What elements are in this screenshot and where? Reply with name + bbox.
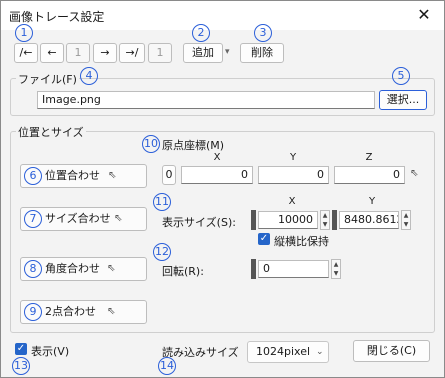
spin-down-icon[interactable]: ▼ xyxy=(402,220,410,229)
cursor-icon: ⇖ xyxy=(107,306,116,317)
select-file-button[interactable]: 選択... xyxy=(379,90,427,110)
callout-3: 3 xyxy=(254,24,272,42)
next-button[interactable]: → xyxy=(93,43,117,63)
origin-col-x: X xyxy=(213,152,221,163)
rotation-field[interactable]: 0 xyxy=(258,260,329,278)
callout-11: 11 xyxy=(153,193,171,211)
callout-7: 7 xyxy=(24,210,42,228)
file-path-field[interactable]: Image.png xyxy=(37,91,375,109)
callout-14: 14 xyxy=(158,357,176,375)
load-size-label: 読み込みサイズ xyxy=(162,346,239,359)
spin-up-icon[interactable]: ▲ xyxy=(332,260,340,269)
spin-up-icon[interactable]: ▲ xyxy=(321,211,329,220)
size-col-x: X xyxy=(288,196,296,207)
callout-12: 12 xyxy=(153,243,171,261)
callout-1: 1 xyxy=(15,24,33,42)
align-angle-label: 角度合わせ xyxy=(45,262,100,275)
last-button[interactable]: →/ xyxy=(119,43,145,63)
cursor-icon: ⇖ xyxy=(114,213,123,224)
rotation-slider-handle[interactable] xyxy=(251,259,256,279)
add-button[interactable]: 追加 xyxy=(183,43,223,63)
keep-aspect-label: 縦横比保持 xyxy=(274,235,329,248)
size-slider-handle[interactable] xyxy=(251,210,256,230)
origin-x-field[interactable]: 0 xyxy=(181,166,253,184)
spin-down-icon[interactable]: ▼ xyxy=(321,220,329,229)
callout-13: 13 xyxy=(12,357,30,375)
show-label: 表示(V) xyxy=(31,345,70,358)
callout-6: 6 xyxy=(24,167,42,185)
add-dropdown-icon[interactable]: ▾ xyxy=(225,47,230,57)
size-x-spinner[interactable]: ▲ ▼ xyxy=(320,210,330,230)
prev-button[interactable]: ← xyxy=(40,43,64,63)
rotation-label: 回転(R): xyxy=(162,265,204,278)
callout-2: 2 xyxy=(192,24,210,42)
size-col-y: Y xyxy=(368,196,376,207)
align-size-label: サイズ合わせ xyxy=(45,212,111,225)
origin-y-field[interactable]: 0 xyxy=(258,166,329,184)
keep-aspect-checkbox[interactable]: ✓ xyxy=(258,233,270,245)
cursor-icon: ⇖ xyxy=(108,170,117,181)
origin-label: 原点座標(M) xyxy=(162,139,225,152)
load-size-value: 1024pixel xyxy=(256,345,311,358)
chevron-down-icon: ⌄ xyxy=(316,347,324,357)
index-field[interactable]: 1 xyxy=(66,43,90,63)
size-x-field[interactable]: 10000 xyxy=(258,211,318,229)
show-checkbox[interactable]: ✓ xyxy=(15,343,27,355)
pick-cursor-icon[interactable]: ⇖ xyxy=(410,168,418,179)
size-y-field[interactable]: 8480.86124 xyxy=(339,211,399,229)
position-size-group-label: 位置とサイズ xyxy=(16,124,86,140)
spin-up-icon[interactable]: ▲ xyxy=(402,211,410,220)
align-position-label: 位置合わせ xyxy=(45,169,100,182)
callout-10: 10 xyxy=(142,135,160,153)
origin-z-field[interactable]: 0 xyxy=(334,166,405,184)
origin-col-z: Z xyxy=(365,152,373,163)
callout-5: 5 xyxy=(392,67,410,85)
first-button[interactable]: /← xyxy=(14,43,38,63)
origin-col-y: Y xyxy=(289,152,297,163)
origin-index[interactable]: 0 xyxy=(162,165,176,185)
size-y-spinner[interactable]: ▲ ▼ xyxy=(401,210,411,230)
callout-4: 4 xyxy=(80,67,98,85)
close-button[interactable]: 閉じる(C) xyxy=(353,340,430,362)
delete-button[interactable]: 削除 xyxy=(240,43,284,63)
close-icon[interactable]: ✕ xyxy=(412,4,436,26)
two-point-align-label: 2点合わせ xyxy=(45,305,96,318)
load-size-dropdown[interactable]: 1024pixel ⌄ xyxy=(247,341,329,363)
count-field: 1 xyxy=(148,43,172,63)
file-group-label: ファイル(F) xyxy=(16,71,79,87)
rotation-spinner[interactable]: ▲ ▼ xyxy=(331,259,341,279)
spin-down-icon[interactable]: ▼ xyxy=(332,269,340,278)
callout-8: 8 xyxy=(24,260,42,278)
cursor-icon: ⇖ xyxy=(107,263,116,274)
window-title: 画像トレース設定 xyxy=(9,10,105,24)
size-y-slider-handle[interactable] xyxy=(332,210,337,230)
callout-9: 9 xyxy=(24,303,42,321)
display-size-label: 表示サイズ(S): xyxy=(162,216,236,229)
